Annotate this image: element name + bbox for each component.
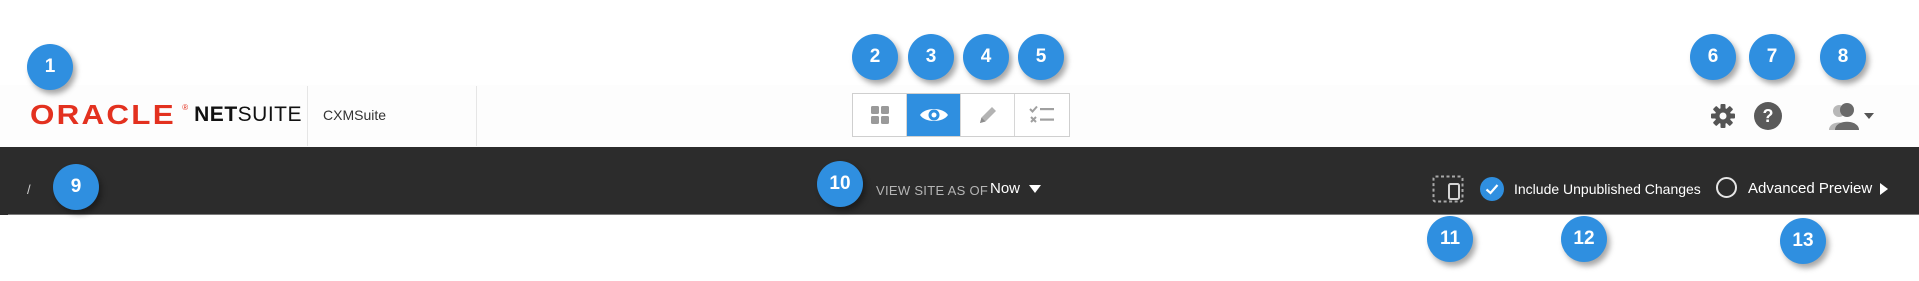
settings-gear-icon[interactable] <box>1710 103 1736 134</box>
pencil-icon <box>979 107 996 123</box>
company-name: CXMSuite <box>323 107 387 123</box>
callout-badge: 5 <box>1018 34 1064 80</box>
header-divider <box>476 86 477 146</box>
checklist-icon <box>1029 105 1054 123</box>
advanced-preview-radio[interactable] <box>1716 177 1737 198</box>
view-mode-button[interactable] <box>907 94 961 136</box>
toolbar-bottom-border <box>8 214 1919 215</box>
grid-icon <box>870 106 889 124</box>
header-divider <box>307 86 308 146</box>
callout-badge: 1 <box>27 44 73 90</box>
logo-registered-mark: ® <box>182 102 189 112</box>
callout-badge: 13 <box>1780 218 1826 264</box>
edit-mode-button[interactable] <box>961 94 1015 136</box>
view-site-as-of-label: VIEW SITE AS OF <box>876 183 989 198</box>
callout-badge: 9 <box>53 164 99 210</box>
callout-badge: 4 <box>963 34 1009 80</box>
callout-badge: 8 <box>1820 34 1866 80</box>
user-avatar-icon <box>1829 103 1859 130</box>
caret-down-icon <box>1029 184 1042 193</box>
callout-badge: 11 <box>1427 216 1473 262</box>
advanced-preview-label[interactable]: Advanced Preview <box>1748 180 1872 197</box>
view-site-date-value: Now <box>990 180 1021 197</box>
checkmark-icon <box>1485 184 1499 195</box>
logo-netsuite-text: NETSUITE <box>194 103 302 127</box>
include-unpublished-label[interactable]: Include Unpublished Changes <box>1514 181 1701 197</box>
checklist-mode-button[interactable] <box>1015 94 1069 136</box>
include-unpublished-checkbox[interactable] <box>1480 177 1504 201</box>
breadcrumb[interactable]: / <box>27 182 31 197</box>
callout-badge: 6 <box>1690 34 1736 80</box>
logo-suite: SUITE <box>237 103 302 126</box>
grid-mode-button[interactable] <box>853 94 907 136</box>
callout-badge: 10 <box>817 161 863 207</box>
device-preview-icon[interactable] <box>1432 175 1464 208</box>
chevron-down-icon <box>1864 113 1874 119</box>
user-menu[interactable] <box>1828 101 1874 131</box>
oracle-netsuite-logo[interactable]: ORACLE ® NETSUITE <box>30 99 302 130</box>
help-icon[interactable]: ? <box>1754 102 1782 130</box>
callout-badge: 2 <box>852 34 898 80</box>
logo-net: NET <box>194 103 238 126</box>
view-site-date-dropdown[interactable]: Now <box>990 180 1042 197</box>
caret-right-icon[interactable] <box>1880 183 1888 195</box>
callout-badge: 7 <box>1749 34 1795 80</box>
callout-badge: 12 <box>1561 216 1607 262</box>
mode-switcher <box>852 93 1070 137</box>
logo-oracle-text: ORACLE <box>30 99 176 130</box>
callout-badge: 3 <box>908 34 954 80</box>
eye-icon <box>919 109 948 121</box>
